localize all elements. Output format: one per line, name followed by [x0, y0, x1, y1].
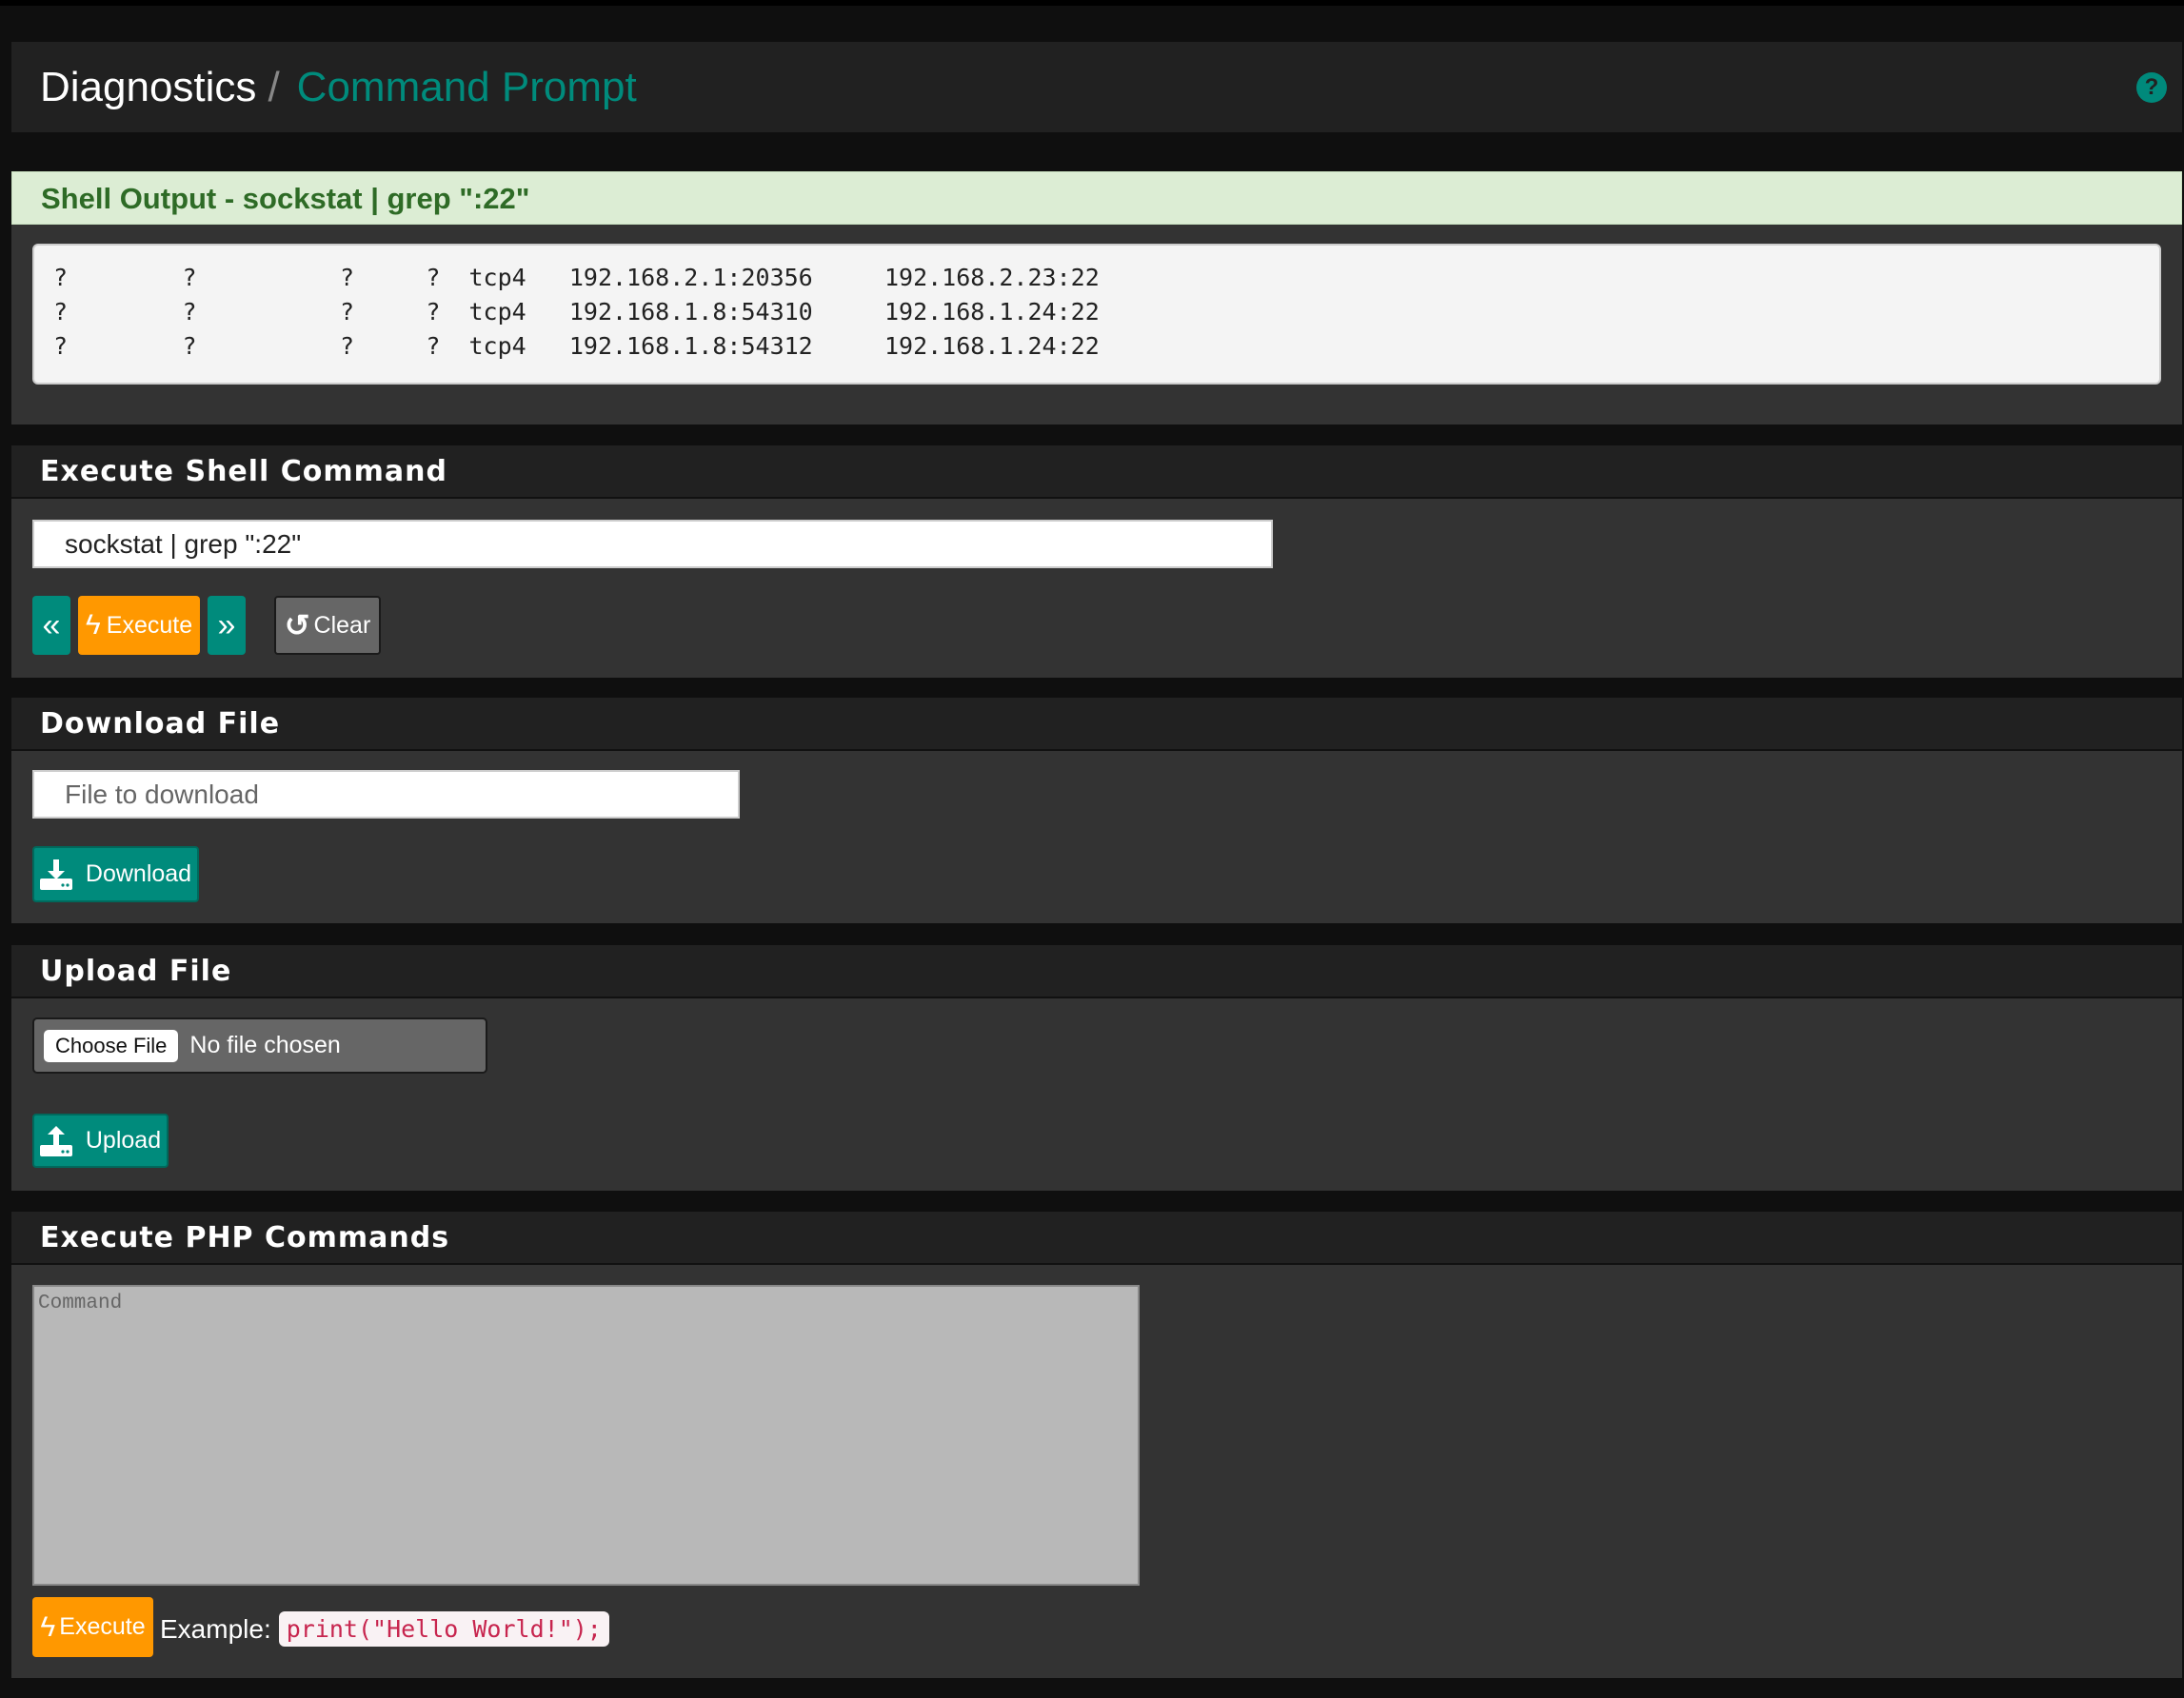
- execute-php-label: Execute: [59, 1613, 146, 1640]
- upload-label: Upload: [85, 1127, 162, 1154]
- clear-button[interactable]: ↺ Clear: [274, 596, 381, 655]
- help-icon[interactable]: ?: [2136, 72, 2167, 103]
- clear-label: Clear: [313, 611, 371, 639]
- bolt-icon: ϟ: [40, 1610, 56, 1643]
- execute-label: Execute: [106, 611, 193, 639]
- upload-panel: Upload File Choose File No file chosen U…: [11, 945, 2182, 1191]
- output-line: ? ? ? ? tcp4 192.168.2.1:20356 192.168.2…: [53, 264, 1100, 291]
- download-button[interactable]: Download: [32, 846, 199, 902]
- shell-output-text: ? ? ? ? tcp4 192.168.2.1:20356 192.168.2…: [32, 244, 2161, 385]
- breadcrumb-separator: /: [268, 63, 280, 110]
- upload-button[interactable]: Upload: [32, 1114, 169, 1168]
- shell-output-panel: Shell Output - sockstat | grep ":22" ? ?…: [11, 171, 2182, 424]
- download-label: Download: [85, 860, 192, 887]
- bolt-icon: ϟ: [85, 609, 101, 641]
- download-panel: Download File File to download Download: [11, 698, 2182, 923]
- choose-file-button[interactable]: Choose File: [44, 1029, 179, 1062]
- page-header: Diagnostics / Command Prompt ?: [11, 42, 2182, 132]
- page-title[interactable]: Command Prompt: [297, 64, 637, 111]
- output-line: ? ? ? ? tcp4 192.168.1.8:54310 192.168.1…: [53, 298, 1100, 326]
- output-line: ? ? ? ? tcp4 192.168.1.8:54312 192.168.1…: [53, 332, 1100, 360]
- next-command-button[interactable]: »: [208, 596, 246, 655]
- example-code: print("Hello World!");: [278, 1611, 609, 1647]
- download-heading: Download File: [11, 698, 2182, 751]
- upload-icon: [39, 1125, 72, 1156]
- no-file-chosen-text: No file chosen: [189, 1032, 341, 1058]
- top-bar: [0, 0, 2184, 6]
- execute-shell-button[interactable]: ϟ Execute: [78, 596, 200, 655]
- shell-command-input[interactable]: sockstat | grep ":22": [32, 520, 1273, 568]
- file-chooser[interactable]: Choose File No file chosen: [32, 1017, 487, 1074]
- breadcrumb-diagnostics[interactable]: Diagnostics: [40, 64, 256, 111]
- file-to-download-input[interactable]: File to download: [32, 770, 740, 819]
- php-heading: Execute PHP Commands: [11, 1212, 2182, 1265]
- execute-php-button[interactable]: ϟ Execute: [32, 1597, 153, 1657]
- previous-command-button[interactable]: «: [32, 596, 70, 655]
- example-label: Example:: [160, 1613, 271, 1644]
- execute-shell-heading: Execute Shell Command: [11, 445, 2182, 499]
- php-example: Example: print("Hello World!");: [160, 1611, 609, 1647]
- download-icon: [39, 859, 72, 890]
- upload-heading: Upload File: [11, 945, 2182, 998]
- php-command-textarea[interactable]: Command: [32, 1285, 1140, 1586]
- undo-icon: ↺: [284, 608, 310, 642]
- execute-shell-panel: Execute Shell Command sockstat | grep ":…: [11, 445, 2182, 678]
- php-panel: Execute PHP Commands Command ϟ Execute Ex…: [11, 1212, 2182, 1678]
- shell-output-heading: Shell Output - sockstat | grep ":22": [11, 171, 2182, 225]
